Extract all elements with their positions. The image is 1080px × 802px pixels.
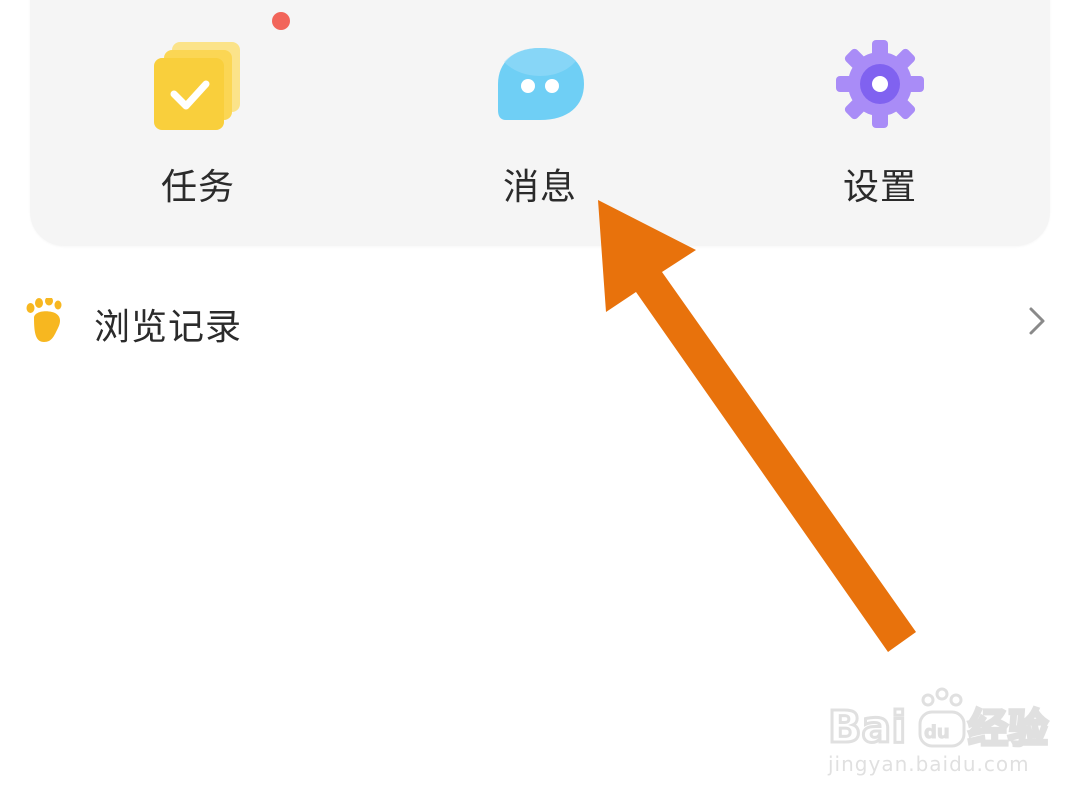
watermark-url: jingyan.baidu.com (828, 752, 1030, 776)
chevron-right-icon (1024, 304, 1050, 338)
task-label: 任务 (160, 167, 235, 208)
chat-bubble-icon (492, 36, 588, 132)
svg-text:Bai: Bai (828, 702, 906, 753)
watermark-logo: Bai du 经验 (827, 687, 1050, 755)
task-shortcut[interactable]: 任务 (98, 0, 298, 216)
settings-label: 设置 (842, 167, 917, 208)
notification-badge (272, 12, 290, 30)
gear-icon (832, 36, 928, 132)
app-screen: 任务 消息 设置 浏览记录 Bai du 经验 jingyan.baidu.co… (0, 0, 1080, 802)
message-shortcut[interactable]: 消息 (440, 0, 640, 216)
browsing-history-label: 浏览记录 (94, 307, 243, 348)
browsing-history-row[interactable]: 浏览记录 (0, 280, 1080, 364)
shortcut-card: 任务 消息 设置 (30, 0, 1050, 246)
baidu-jingyan-watermark: Bai du 经验 jingyan.baidu.com (826, 684, 1056, 784)
settings-shortcut[interactable]: 设置 (780, 0, 980, 216)
svg-text:经验: 经验 (968, 706, 1048, 752)
task-stack-icon (150, 36, 246, 132)
svg-text:du: du (924, 722, 950, 743)
footprint-icon (26, 296, 68, 344)
message-label: 消息 (502, 167, 577, 208)
